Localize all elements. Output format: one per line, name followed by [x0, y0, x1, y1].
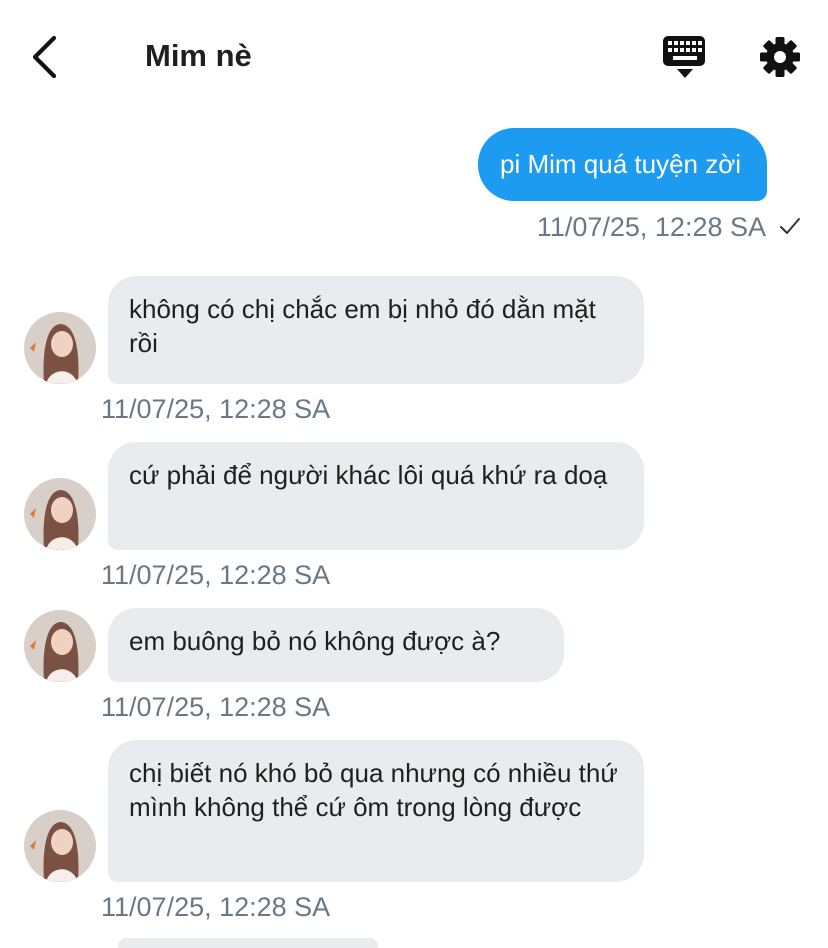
gear-icon [760, 37, 800, 77]
back-button[interactable] [26, 34, 66, 80]
incoming-message-bubble[interactable]: không có chị chắc em bị nhỏ đó dằn mặt r… [108, 276, 644, 384]
keyboard-icon [663, 36, 705, 78]
incoming-message-timestamp: 11/07/25, 12:28 SA [101, 560, 331, 590]
incoming-message-bubble[interactable]: em buông bỏ nó không được à? [108, 608, 564, 682]
avatar[interactable] [24, 312, 96, 384]
outgoing-message-timestamp: 11/07/25, 12:28 SA [536, 212, 766, 242]
page-title: Mim nè [145, 38, 252, 73]
incoming-message-bubble[interactable]: cứ phải để người khác lôi quá khứ ra doạ [108, 442, 644, 550]
chat-header: Mim nè [0, 0, 828, 112]
incoming-message-timestamp: 11/07/25, 12:28 SA [101, 892, 331, 922]
avatar[interactable] [24, 610, 96, 682]
outgoing-message-bubble[interactable]: pi Mim quá tuyện zời [478, 128, 768, 201]
avatar[interactable] [24, 478, 96, 550]
incoming-message-timestamp: 11/07/25, 12:28 SA [101, 692, 331, 722]
keyboard-button[interactable] [660, 34, 710, 80]
chevron-left-icon [32, 35, 57, 79]
check-icon [780, 218, 800, 234]
incoming-message-bubble[interactable]: chị biết nó khó bỏ qua nhưng có nhiều th… [108, 740, 644, 882]
next-message-peek [118, 938, 378, 948]
avatar[interactable] [24, 810, 96, 882]
incoming-message-timestamp: 11/07/25, 12:28 SA [101, 394, 331, 424]
settings-button[interactable] [756, 33, 804, 81]
